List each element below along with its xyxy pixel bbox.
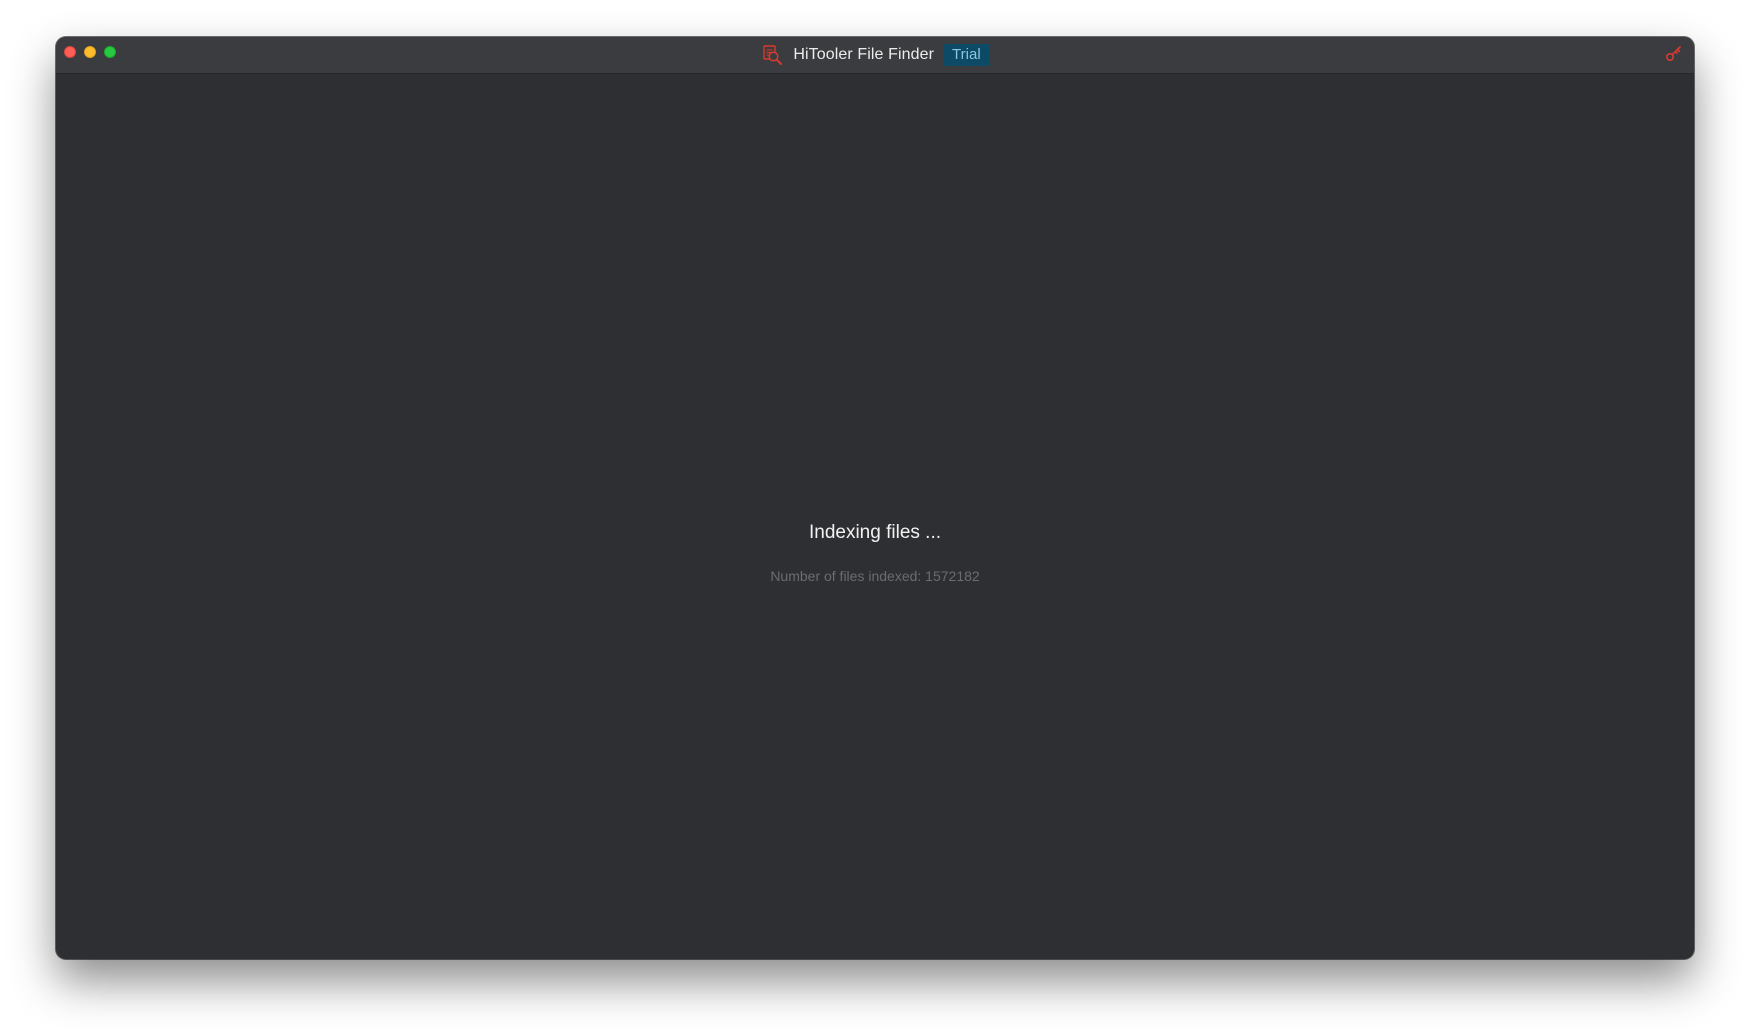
file-search-icon [760, 43, 784, 67]
main-content: Indexing files ... Number of files index… [56, 74, 1694, 959]
indexing-status-detail: Number of files indexed: 1572182 [56, 568, 1694, 584]
maximize-button[interactable] [104, 46, 116, 58]
window-controls [64, 46, 116, 58]
minimize-button[interactable] [84, 46, 96, 58]
app-window: HiTooler File Finder Trial Indexing file… [56, 37, 1694, 959]
close-button[interactable] [64, 46, 76, 58]
trial-badge[interactable]: Trial [943, 44, 990, 66]
files-indexed-label: Number of files indexed: [770, 568, 926, 584]
title-group: HiTooler File Finder Trial [56, 37, 1694, 73]
indexing-status-title: Indexing files ... [808, 522, 942, 543]
title-bar[interactable]: HiTooler File Finder Trial [56, 37, 1694, 74]
window-title: HiTooler File Finder [793, 46, 935, 63]
files-indexed-count: 1572182 [925, 568, 980, 584]
license-key-button[interactable] [1664, 45, 1684, 65]
key-icon [1665, 44, 1683, 67]
